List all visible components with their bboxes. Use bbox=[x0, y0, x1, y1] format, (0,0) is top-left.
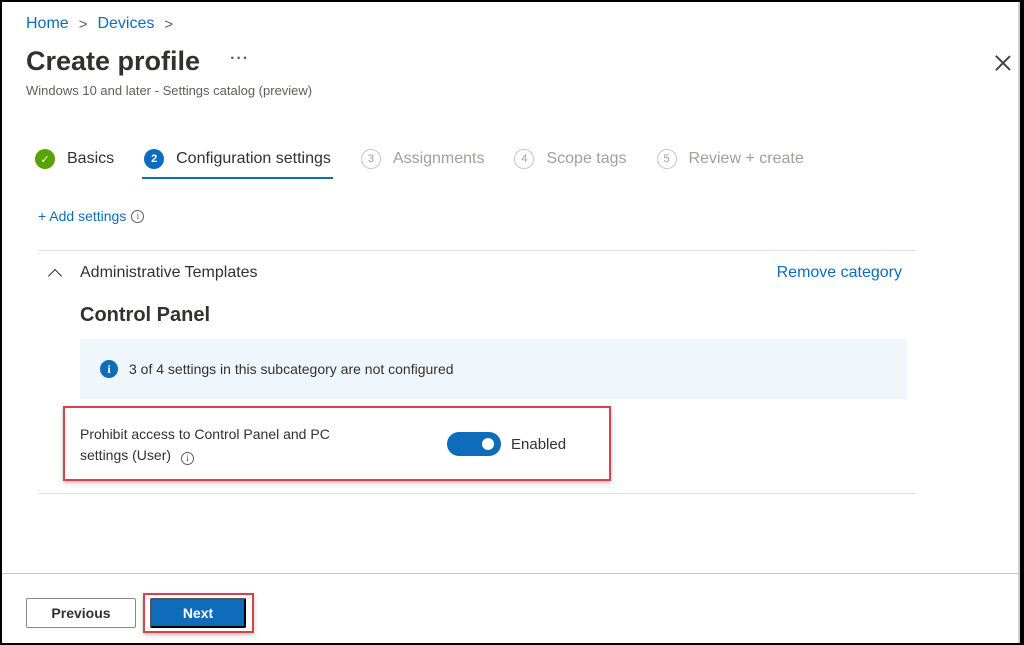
previous-button[interactable]: Previous bbox=[26, 598, 136, 628]
setting-row: Prohibit access to Control Panel and PC … bbox=[63, 406, 611, 481]
category-name: Administrative Templates bbox=[80, 264, 258, 281]
step-number-icon: 5 bbox=[656, 149, 677, 169]
page-subtitle: Windows 10 and later - Settings catalog … bbox=[26, 83, 313, 98]
toggle-knob bbox=[482, 438, 494, 450]
info-icon[interactable]: i bbox=[181, 452, 195, 465]
divider bbox=[38, 493, 916, 494]
enabled-toggle[interactable] bbox=[447, 432, 501, 456]
add-settings-label: + Add settings bbox=[38, 208, 127, 224]
step-assignments[interactable]: 3 Assignments bbox=[360, 142, 485, 176]
toggle-state-label: Enabled bbox=[511, 436, 567, 453]
create-profile-blade: Home > Devices > Create profile ··· Wind… bbox=[2, 2, 1020, 643]
next-button[interactable]: Next bbox=[150, 598, 246, 628]
step-label: Basics bbox=[67, 150, 115, 167]
step-number-icon: 3 bbox=[360, 149, 381, 169]
breadcrumb-devices[interactable]: Devices bbox=[97, 15, 154, 33]
step-configuration-settings[interactable]: 2 Configuration settings bbox=[142, 142, 333, 179]
chevron-right-icon: > bbox=[164, 15, 174, 33]
page-title: Create profile ··· bbox=[26, 46, 249, 77]
breadcrumb-home[interactable]: Home bbox=[26, 15, 69, 33]
page-title-text: Create profile bbox=[26, 46, 201, 76]
step-label: Review + create bbox=[688, 150, 804, 167]
info-filled-icon: i bbox=[100, 360, 118, 378]
close-icon[interactable] bbox=[994, 54, 1012, 72]
add-settings-link[interactable]: + Add settings i bbox=[38, 208, 145, 224]
category-header: Administrative Templates Remove category bbox=[47, 264, 902, 284]
step-label: Assignments bbox=[392, 150, 485, 167]
step-label: Configuration settings bbox=[176, 150, 331, 167]
breadcrumb: Home > Devices > bbox=[26, 15, 183, 33]
step-review-create[interactable]: 5 Review + create bbox=[656, 142, 804, 176]
chevron-up-icon[interactable] bbox=[47, 268, 63, 284]
info-icon[interactable]: i bbox=[131, 209, 145, 223]
remove-category-link[interactable]: Remove category bbox=[777, 264, 902, 282]
chevron-right-icon: > bbox=[78, 15, 88, 33]
subcategory-title: Control Panel bbox=[80, 304, 211, 326]
step-scope-tags[interactable]: 4 Scope tags bbox=[514, 142, 627, 176]
wizard-steps: ✓ Basics 2 Configuration settings 3 Assi… bbox=[35, 142, 834, 179]
setting-name-text: Prohibit access to Control Panel and PC … bbox=[80, 426, 330, 463]
footer-divider bbox=[2, 573, 1020, 574]
step-label: Scope tags bbox=[546, 150, 627, 167]
info-message-bar: i 3 of 4 settings in this subcategory ar… bbox=[80, 339, 907, 399]
step-number-icon: 4 bbox=[514, 149, 535, 169]
setting-name: Prohibit access to Control Panel and PC … bbox=[80, 424, 380, 466]
step-basics[interactable]: ✓ Basics bbox=[35, 142, 114, 176]
more-options-icon[interactable]: ··· bbox=[230, 50, 249, 68]
divider bbox=[38, 250, 916, 251]
checkmark-icon: ✓ bbox=[35, 149, 55, 169]
step-number-icon: 2 bbox=[144, 149, 165, 169]
info-message-text: 3 of 4 settings in this subcategory are … bbox=[129, 361, 454, 377]
